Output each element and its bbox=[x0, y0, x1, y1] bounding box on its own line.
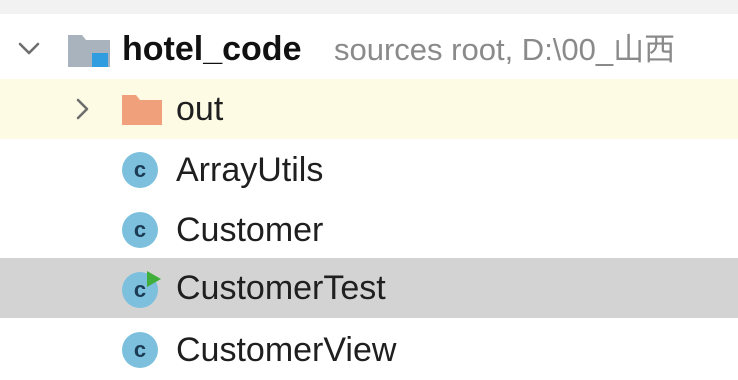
folder-icon bbox=[120, 91, 164, 132]
root-module-name: hotel_code bbox=[122, 30, 302, 68]
chevron-right-icon[interactable] bbox=[70, 96, 96, 122]
class-icon: c bbox=[122, 152, 158, 188]
tree-item-label: ArrayUtils bbox=[176, 151, 324, 189]
class-icon: c bbox=[122, 212, 158, 248]
run-marker-icon bbox=[147, 271, 161, 287]
runnable-class-icon: c bbox=[122, 270, 162, 308]
tree-item-out[interactable]: out bbox=[0, 79, 738, 139]
tree-item-arrayutils[interactable]: c ArrayUtils bbox=[0, 140, 738, 200]
tree-item-customer[interactable]: c Customer bbox=[0, 200, 738, 260]
tree-item-customertest[interactable]: c CustomerTest bbox=[0, 258, 738, 318]
tree-item-label: Customer bbox=[176, 211, 324, 249]
chevron-down-icon[interactable] bbox=[16, 36, 42, 62]
class-icon: c bbox=[122, 332, 158, 368]
tree-item-label: out bbox=[176, 90, 224, 128]
root-path-hint: sources root, D:\00_山西 bbox=[334, 32, 676, 67]
top-strip bbox=[0, 0, 738, 14]
tree-item-label: CustomerView bbox=[176, 331, 397, 369]
tree-item-customerview[interactable]: c CustomerView bbox=[0, 320, 738, 380]
tree-root-row[interactable]: hotel_code sources root, D:\00_山西 bbox=[0, 19, 738, 79]
module-folder-icon bbox=[66, 31, 112, 74]
tree-item-label: CustomerTest bbox=[176, 269, 386, 307]
